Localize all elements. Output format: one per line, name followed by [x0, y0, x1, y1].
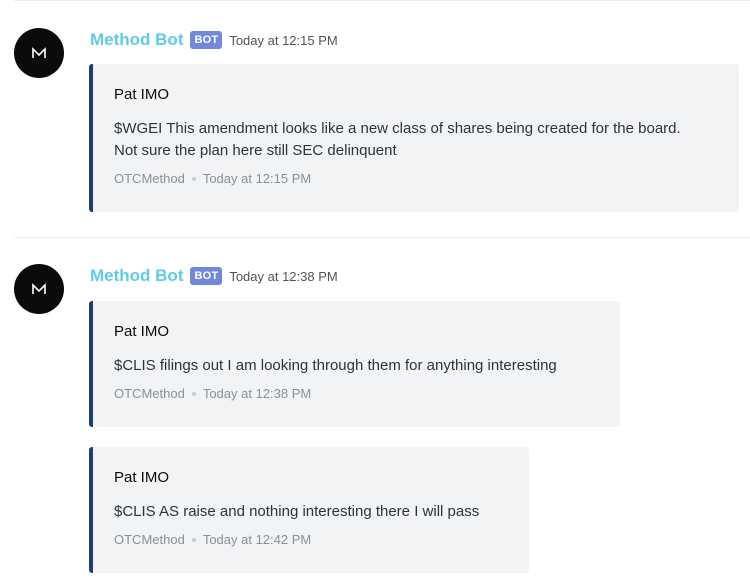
avatar[interactable]	[14, 264, 64, 314]
embed: Pat IMO $WGEI This amendment looks like …	[89, 64, 739, 212]
embed-author: Pat IMO	[114, 86, 170, 103]
bot-badge: BOT	[190, 267, 223, 285]
message-header: Method Bot BOT Today at 12:15 PM	[90, 30, 338, 50]
message-group-2: Method Bot BOT Today at 12:38 PM Pat IMO…	[0, 238, 750, 580]
embed-description: $WGEI This amendment looks like a new cl…	[114, 120, 681, 159]
username[interactable]: Method Bot	[90, 266, 183, 286]
embed: Pat IMO $CLIS AS raise and nothing inter…	[89, 447, 529, 573]
username[interactable]: Method Bot	[90, 30, 183, 50]
embed-footer-text: OTCMethod	[114, 386, 185, 401]
footer-separator-dot	[191, 391, 196, 396]
embed-description: $CLIS AS raise and nothing interesting t…	[114, 503, 480, 520]
method-logo-icon	[32, 47, 46, 58]
message-group-1: Method Bot BOT Today at 12:15 PM Pat IMO…	[0, 0, 750, 230]
method-logo-icon	[32, 283, 46, 294]
embed: Pat IMO $CLIS filings out I am looking t…	[89, 301, 620, 427]
embed-footer: OTCMethod Today at 12:38 PM	[114, 386, 600, 401]
message-timestamp[interactable]: Today at 12:38 PM	[229, 269, 337, 284]
avatar[interactable]	[14, 28, 64, 78]
embed-author: Pat IMO	[114, 469, 170, 486]
embed-footer-timestamp: Today at 12:15 PM	[202, 171, 312, 186]
message-timestamp[interactable]: Today at 12:15 PM	[229, 33, 337, 48]
embed-description: $CLIS filings out I am looking through t…	[114, 357, 557, 374]
footer-separator-dot	[191, 537, 196, 542]
embed-footer: OTCMethod Today at 12:15 PM	[114, 171, 719, 186]
bot-badge: BOT	[190, 31, 223, 49]
embed-author: Pat IMO	[114, 323, 170, 340]
footer-separator-dot	[191, 176, 196, 181]
embed-footer-timestamp: Today at 12:42 PM	[202, 532, 312, 547]
embed-footer: OTCMethod Today at 12:42 PM	[114, 532, 509, 547]
embed-footer-timestamp: Today at 12:38 PM	[202, 386, 312, 401]
message-header: Method Bot BOT Today at 12:38 PM	[90, 266, 338, 286]
embed-footer-text: OTCMethod	[114, 171, 185, 186]
embed-footer-text: OTCMethod	[114, 532, 185, 547]
